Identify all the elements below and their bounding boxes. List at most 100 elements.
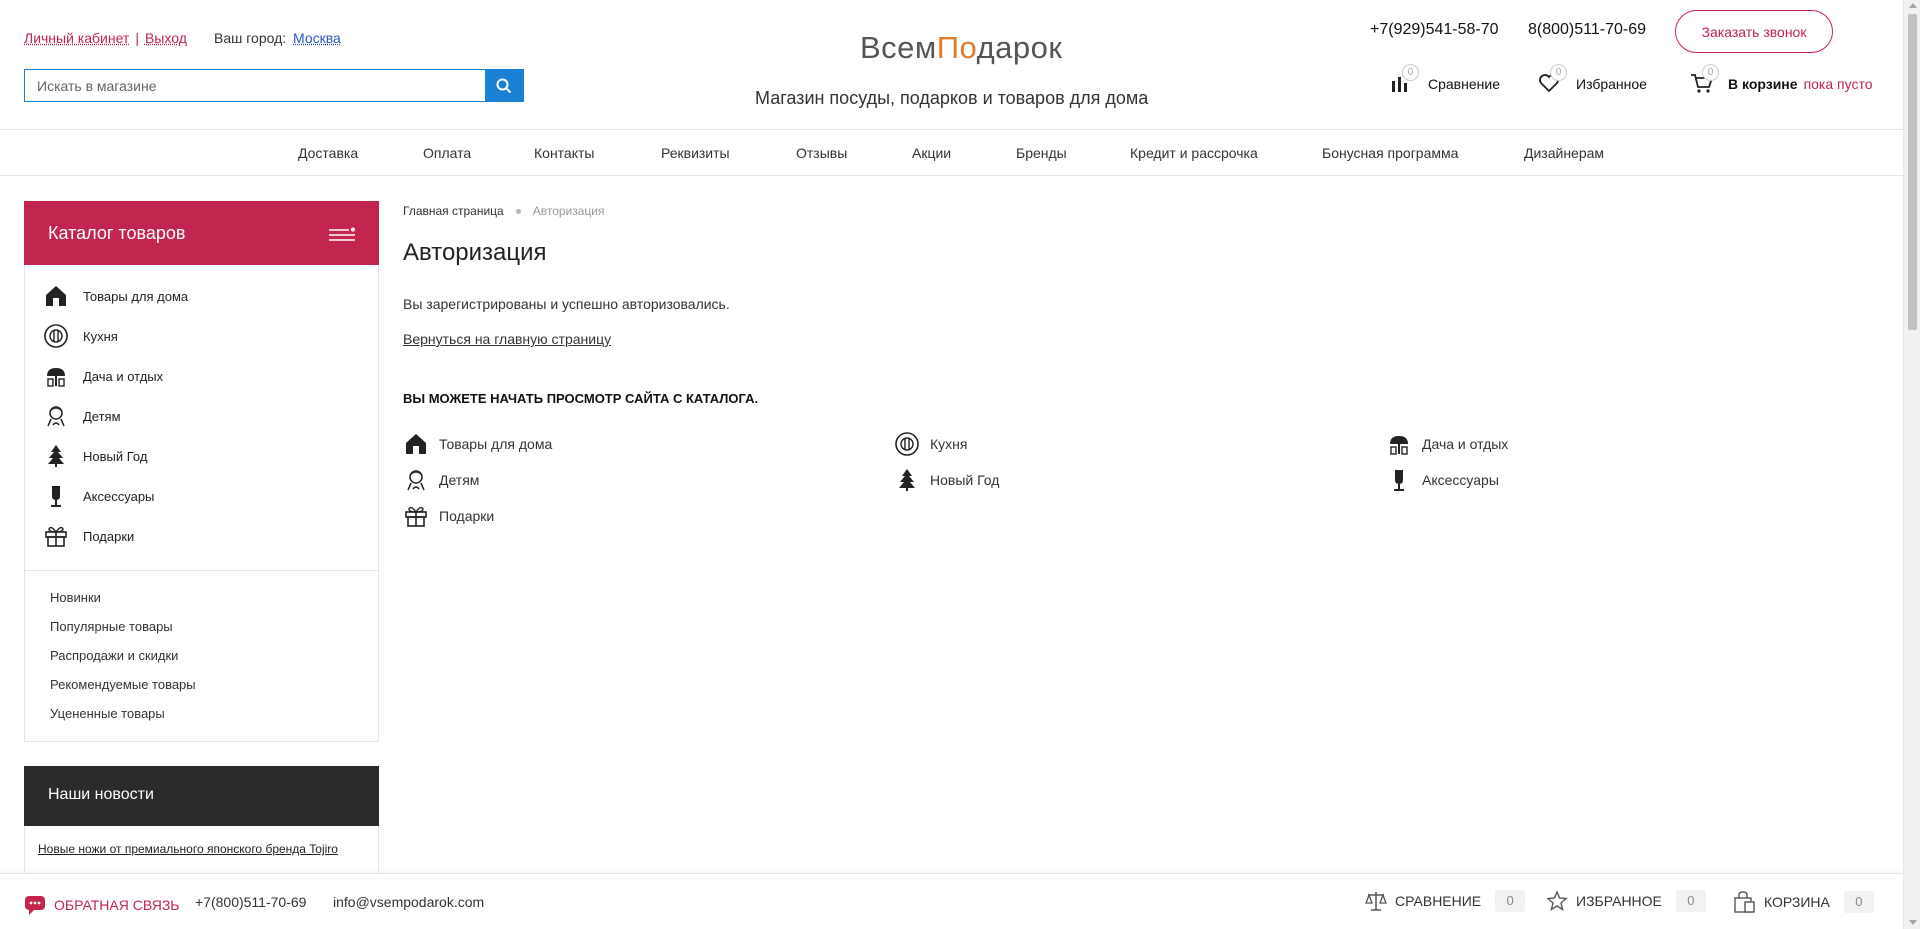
catalog-link-label: Новый Год [930,472,1000,488]
nav-item-bonus[interactable]: Бонусная программа [1322,145,1458,161]
nav-item-delivery[interactable]: Доставка [298,145,358,161]
catalog-link-label: Подарки [439,508,495,524]
sidebar-item-home-goods[interactable]: Товары для дома [43,283,188,309]
shopping-bag-icon [1734,891,1755,913]
site-logo[interactable]: ВсемПодарок [860,30,1062,66]
catalog-link-label: Детям [439,472,480,488]
feedback-button[interactable]: ОБРАТНАЯ СВЯЗЬ [24,894,179,916]
scales-icon [1365,892,1387,911]
star-icon [1546,890,1568,912]
scrollbar-thumb[interactable] [1908,14,1917,330]
feedback-label: ОБРАТНАЯ СВЯЗЬ [54,897,180,913]
house-icon [46,286,66,306]
nav-item-designers[interactable]: Дизайнерам [1524,145,1604,161]
sidebar-item-accessories[interactable]: Аксессуары [43,483,154,509]
house-icon [406,434,426,454]
sidebar-item-label: Кухня [83,328,118,344]
catalog-header[interactable]: Каталог товаров [24,201,379,265]
accessory-icon [1394,470,1404,491]
catalog-link-kitchen[interactable]: Кухня [894,431,967,457]
catalog-link-label: Кухня [930,436,968,452]
catalog-link-home-goods[interactable]: Товары для дома [403,431,552,457]
footer-compare[interactable]: СРАВНЕНИЕ 0 [1365,890,1526,912]
cart-header-link[interactable]: 0 В корзине пока пусто [1690,64,1873,96]
news-item-link[interactable]: Новые ножи от премиального японского бре… [38,842,338,856]
favorites-header-link[interactable]: 0 Избранное [1538,64,1647,96]
page: Личный кабинет | Выход Ваш город: Москва В… [0,0,1903,929]
breadcrumb-current: Авторизация [532,204,605,218]
sidebar-link-new[interactable]: Новинки [50,590,101,605]
phone-number-2[interactable]: 8(800)511-70-69 [1528,21,1646,39]
catalog-link-dacha[interactable]: Дача и отдых [1386,431,1508,457]
main-nav: Доставка Оплата Контакты Реквизиты Отзыв… [0,131,1903,176]
gift-icon [45,526,67,547]
account-separator: | [135,30,139,46]
scroll-down-arrow[interactable] [1909,920,1917,925]
sidebar-link-discounted[interactable]: Уцененные товары [50,706,165,721]
nav-item-payment[interactable]: Оплата [423,145,471,161]
search-icon [496,78,512,93]
catalog-link-accessories[interactable]: Аксессуары [1386,467,1499,493]
city-link[interactable]: Москва [293,30,341,46]
news-header: Наши новости [24,766,379,826]
page-scrollbar[interactable] [1903,0,1920,929]
catalog-title: Каталог товаров [48,223,186,243]
footer-cart-label: КОРЗИНА [1764,894,1830,910]
cart-label: В корзине [1728,76,1798,92]
footer-email[interactable]: info@vsempodarok.com [333,894,484,910]
sidebar-item-label: Товары для дома [83,288,189,304]
logout-link[interactable]: Выход [145,30,187,46]
sidebar-item-kitchen[interactable]: Кухня [43,323,118,349]
footer-compare-count: 0 [1495,890,1526,912]
sidebar-item-label: Дача и отдых [83,368,164,384]
sidebar-item-kids[interactable]: Детям [43,403,121,429]
compare-header-link[interactable]: 0 Сравнение [1390,64,1500,96]
sidebar-item-label: Детям [83,408,121,424]
scroll-up-arrow[interactable] [1909,3,1917,8]
catalog-link-label: Товары для дома [439,436,553,452]
catalog-link-new-year[interactable]: Новый Год [894,467,999,493]
nav-item-reviews[interactable]: Отзывы [796,145,847,161]
footer-compare-label: СРАВНЕНИЕ [1395,893,1482,909]
nav-item-promotions[interactable]: Акции [912,145,951,161]
kitchen-icon [895,432,919,456]
back-home-link[interactable]: Вернуться на главную страницу [403,331,611,347]
footer-cart[interactable]: КОРЗИНА 0 [1732,890,1874,914]
kid-icon [47,406,65,427]
breadcrumb-home[interactable]: Главная страница [403,204,504,218]
search-button[interactable] [485,70,523,101]
logo-text-1: Всем [860,30,937,65]
search-input[interactable] [25,70,485,101]
footer-phone[interactable]: +7(800)511-70-69 [195,894,306,910]
footer-cart-count: 0 [1843,891,1874,913]
sidebar-item-new-year[interactable]: Новый Год [43,443,147,469]
callback-button[interactable]: Заказать звонок [1675,10,1833,53]
sidebar-link-popular[interactable]: Популярные товары [50,619,173,634]
sidebar-link-sales[interactable]: Распродажи и скидки [50,648,178,663]
chat-icon [25,896,45,915]
kid-icon [407,470,425,491]
nav-item-brands[interactable]: Бренды [1016,145,1067,161]
phone-number-1[interactable]: +7(929)541-58-70 [1370,21,1499,39]
site-tagline: Магазин посуды, подарков и товаров для д… [755,88,1149,108]
accessory-icon [51,486,61,507]
page-title: Авторизация [403,239,547,266]
catalog-link-gifts[interactable]: Подарки [403,503,494,529]
heart-icon: 0 [1538,64,1567,96]
footer-favorites-label: ИЗБРАННОЕ [1576,893,1662,909]
sidebar-item-gifts[interactable]: Подарки [43,523,134,549]
nav-item-contacts[interactable]: Контакты [534,145,594,161]
footer-favorites[interactable]: ИЗБРАННОЕ 0 [1546,890,1706,912]
personal-cabinet-link[interactable]: Личный кабинет [24,30,129,46]
catalog-menu: Товары для дома Кухня Дача и отдых Детям… [24,265,379,742]
sidebar-link-recommended[interactable]: Рекомендуемые товары [50,677,196,692]
catalog-link-kids[interactable]: Детям [403,467,479,493]
nav-item-credit[interactable]: Кредит и рассрочка [1130,145,1258,161]
account-links: Личный кабинет | Выход [24,30,187,46]
nav-item-requisites[interactable]: Реквизиты [661,145,730,161]
favorites-count-badge: 0 [1550,64,1567,81]
sidebar-item-dacha[interactable]: Дача и отдых [43,363,163,389]
breadcrumb: Главная страница Авторизация [403,204,605,218]
news-title: Наши новости [48,786,154,803]
catalog-link-label: Дача и отдых [1422,436,1509,452]
